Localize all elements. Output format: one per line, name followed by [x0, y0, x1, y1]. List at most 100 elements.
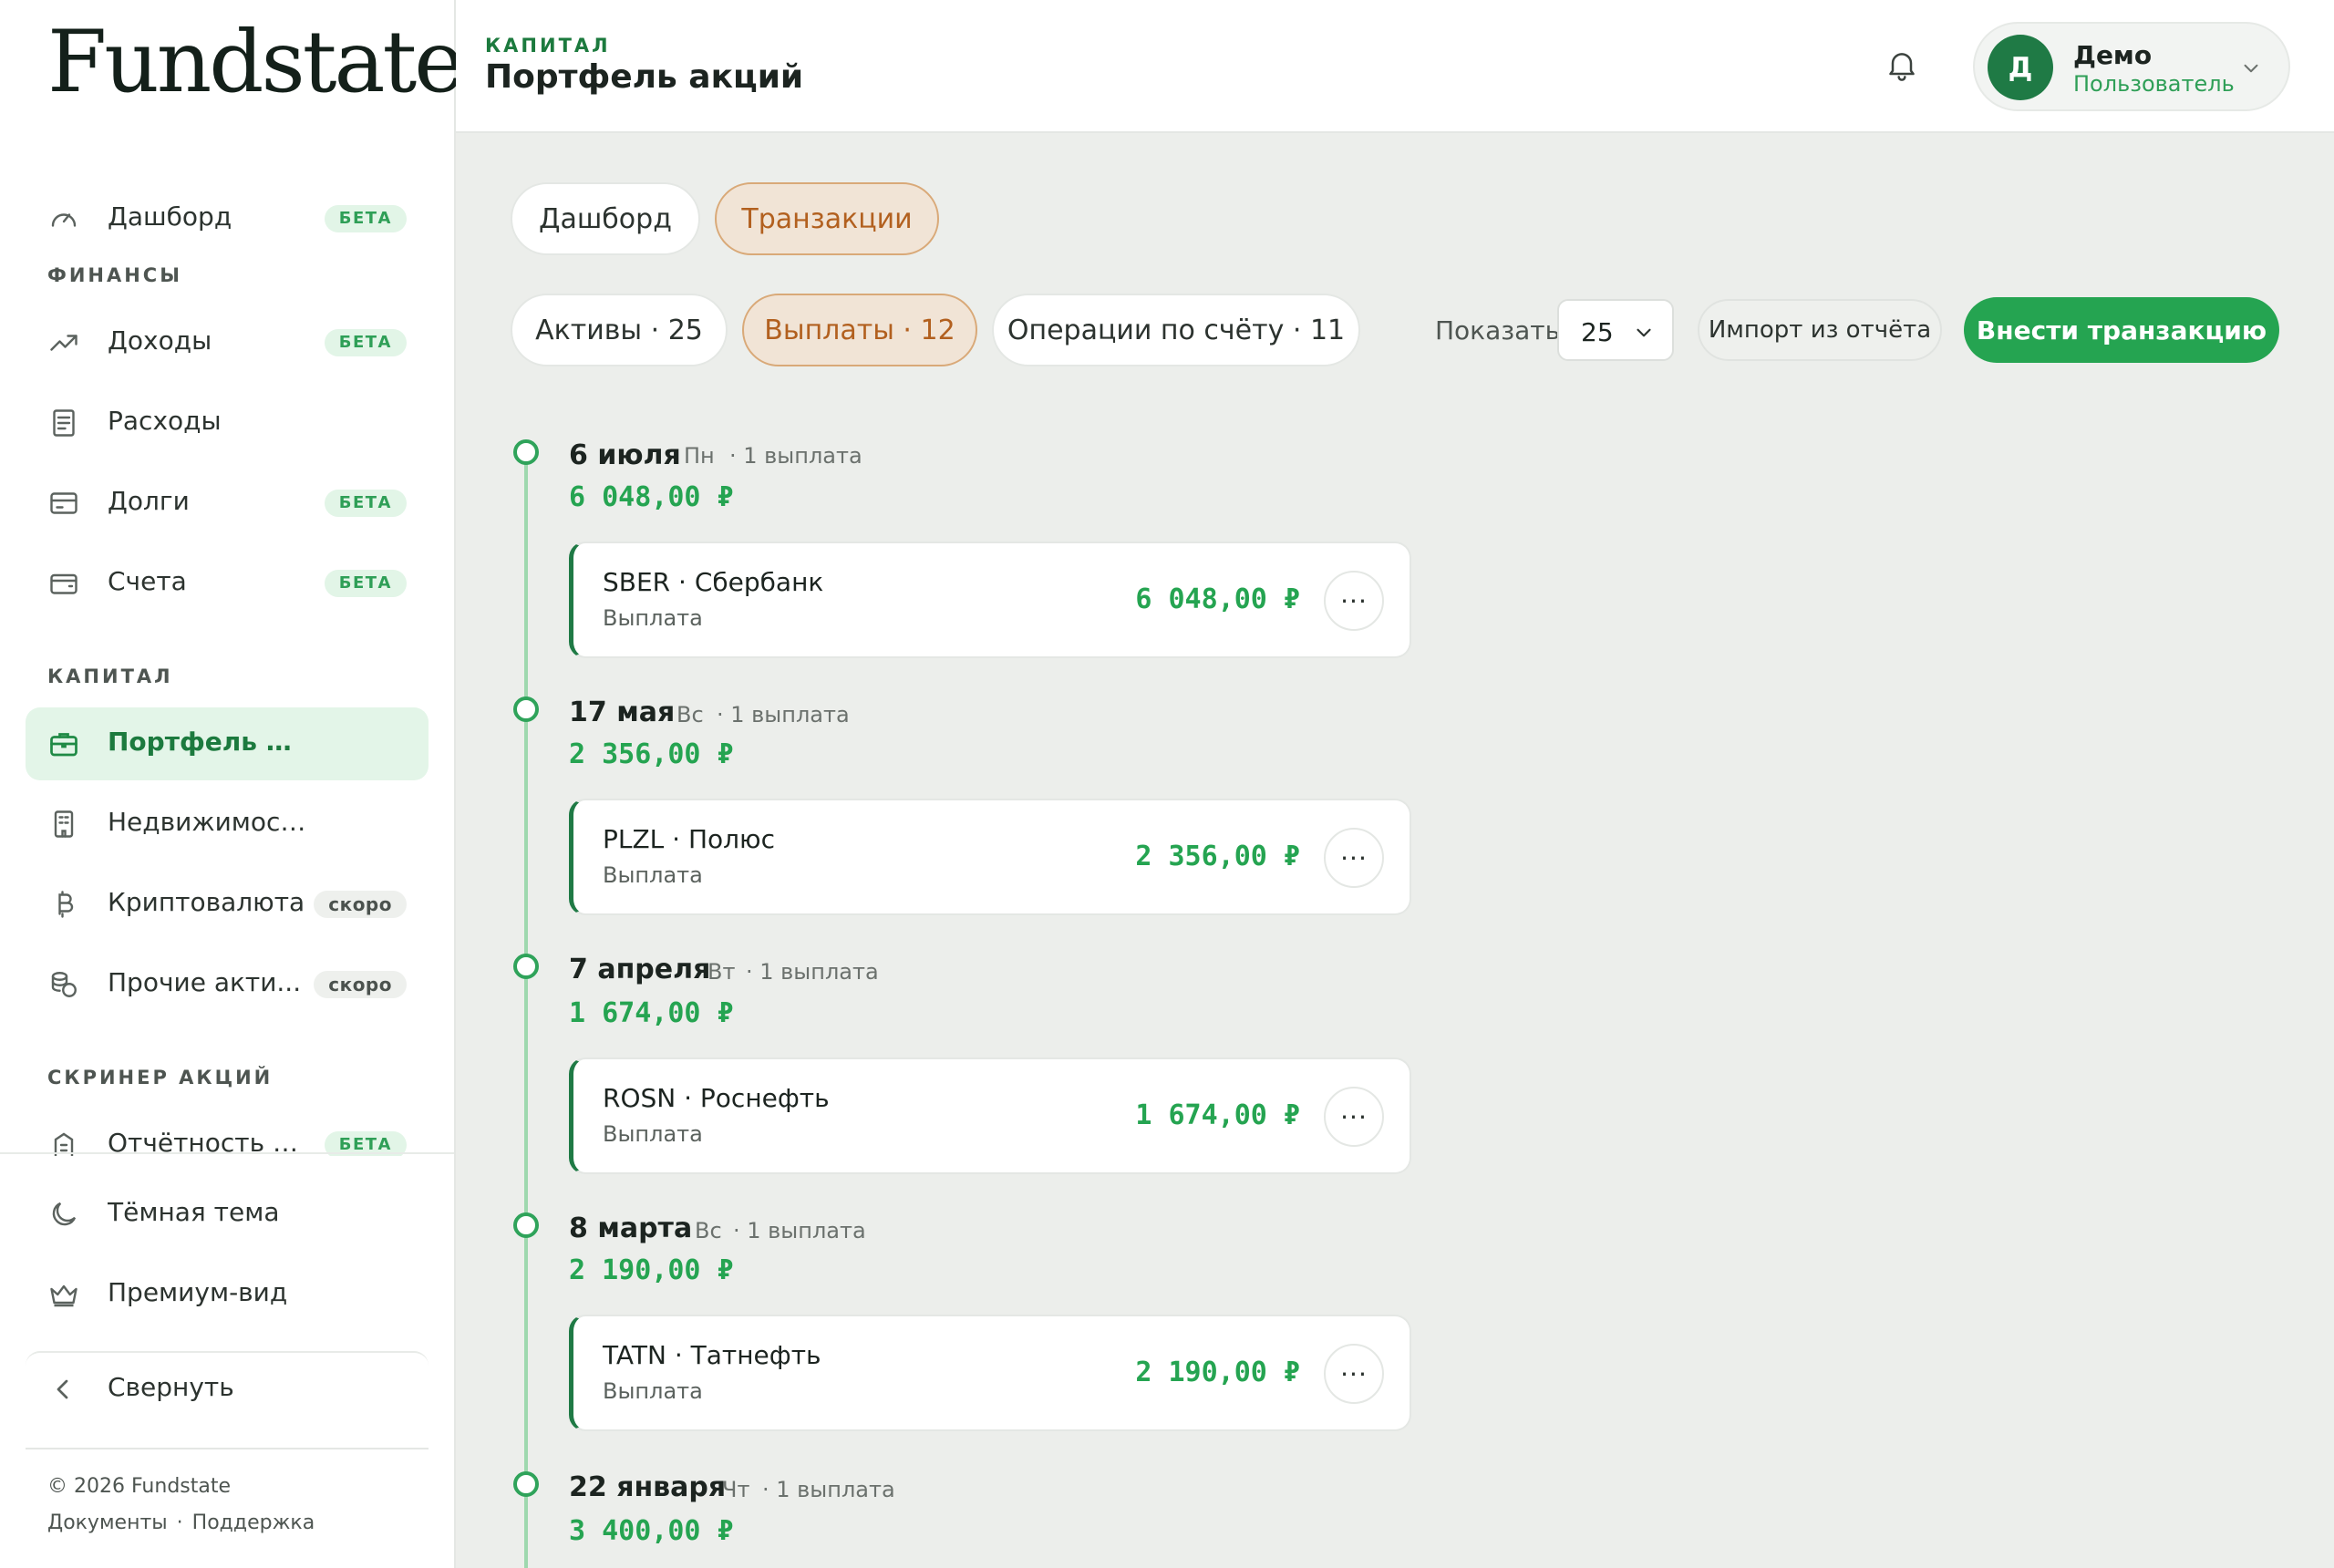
sidebar-item-label: Портфель акций [108, 727, 308, 757]
footer-divider [26, 1448, 429, 1449]
filter-payouts[interactable]: Выплаты · 12 [742, 294, 977, 366]
group-count: · 1 выплата [729, 443, 862, 469]
more-options-button[interactable]: ··· [1324, 571, 1384, 631]
add-transaction-button[interactable]: Внести транзакцию [1964, 297, 2279, 363]
tab-transactions[interactable]: Транзакции [715, 182, 939, 255]
sidebar-item-label: Прочие акти... [108, 967, 302, 997]
sidebar-item-dashboard[interactable]: Дашборд БЕТА [26, 182, 429, 255]
more-options-button[interactable]: ··· [1324, 1344, 1384, 1404]
collapse-button[interactable]: Свернуть [26, 1351, 429, 1424]
bell-icon[interactable] [1884, 46, 1920, 84]
transaction-card[interactable]: PLZL · Полюс Выплата 2 356,00 ₽ ··· [569, 799, 1411, 915]
credit-card-icon [47, 487, 80, 520]
sidebar-divider [0, 1152, 454, 1154]
sidebar-item-accounts[interactable]: Счета БЕТА [26, 547, 429, 620]
sidebar-item-label: Долги [108, 486, 190, 516]
wallet-icon [47, 567, 80, 600]
sidebar-item-expenses[interactable]: Расходы [26, 387, 429, 459]
support-link[interactable]: Поддержка [192, 1511, 315, 1534]
user-role: Пользователь [2073, 71, 2235, 97]
page-title: Портфель акций [485, 58, 804, 96]
footer-links: Документы · Поддержка [47, 1511, 315, 1534]
brand-logo[interactable]: Fundstate [47, 20, 465, 106]
transaction-amount: 1 674,00 ₽ [1135, 1099, 1300, 1131]
beta-badge: БЕТА [324, 490, 407, 517]
premium-view-label: Премиум-вид [108, 1277, 288, 1307]
transaction-type: Выплата [603, 1378, 703, 1404]
group-weekday: Вт [707, 959, 736, 985]
sidebar-item-debts[interactable]: Долги БЕТА [26, 467, 429, 540]
more-options-button[interactable]: ··· [1324, 1087, 1384, 1147]
trending-up-icon [47, 326, 80, 359]
sidebar-item-company-reports[interactable]: Отчётность ко... БЕТА [26, 1109, 429, 1156]
building-icon [47, 808, 80, 841]
sidebar-item-label: Расходы [108, 406, 222, 436]
import-report-button[interactable]: Импорт из отчёта [1698, 299, 1942, 361]
chevron-down-icon [1632, 321, 1656, 345]
filter-assets[interactable]: Активы · 25 [511, 294, 728, 366]
group-total: 3 400,00 ₽ [569, 1515, 734, 1547]
header-eyebrow: КАПИТАЛ [485, 35, 611, 57]
coins-icon [47, 968, 80, 1001]
sidebar-item-label: Недвижимость [108, 807, 308, 837]
group-total: 6 048,00 ₽ [569, 481, 734, 513]
page-size-label: Показать [1435, 315, 1561, 346]
transaction-amount: 6 048,00 ₽ [1135, 583, 1300, 615]
transaction-title: PLZL · Полюс [603, 824, 776, 854]
group-date: 6 июля [569, 439, 681, 471]
page-size-select[interactable]: 25 [1557, 299, 1674, 361]
chevron-down-icon [2239, 57, 2263, 80]
docs-link[interactable]: Документы [47, 1511, 168, 1534]
transaction-amount: 2 190,00 ₽ [1135, 1357, 1300, 1388]
tab-dashboard[interactable]: Дашборд [511, 182, 700, 255]
sidebar-item-stock-portfolio[interactable]: Портфель акций [26, 707, 429, 780]
transaction-card[interactable]: SBER · Сбербанк Выплата 6 048,00 ₽ ··· [569, 542, 1411, 658]
top-header: КАПИТАЛ Портфель акций Д Демо Пользовате… [456, 0, 2334, 133]
section-title-finance: ФИНАНСЫ [47, 264, 182, 286]
group-count: · 1 выплата [746, 959, 879, 985]
sidebar: Fundstate Дашборд БЕТА ФИНАНСЫ Доходы БЕ… [0, 0, 465, 1568]
group-date: 22 января [569, 1471, 727, 1503]
transaction-card[interactable]: ROSN · Роснефть Выплата 1 674,00 ₽ ··· [569, 1057, 1411, 1174]
group-total: 2 190,00 ₽ [569, 1254, 734, 1286]
group-weekday: Вс [676, 702, 704, 727]
group-weekday: Пн [684, 443, 715, 469]
collapse-label: Свернуть [108, 1372, 234, 1402]
transaction-card[interactable]: TATN · Татнефть Выплата 2 190,00 ₽ ··· [569, 1315, 1411, 1431]
sidebar-item-other-assets[interactable]: Прочие акти... скоро [26, 948, 429, 1021]
timeline-line [524, 454, 528, 1568]
transaction-title: TATN · Татнефть [603, 1340, 821, 1370]
gauge-icon [47, 202, 80, 235]
transaction-type: Выплата [603, 862, 703, 888]
filter-account-operations[interactable]: Операции по счёту · 11 [992, 294, 1360, 366]
sidebar-item-crypto[interactable]: Криптовалюта скоро [26, 868, 429, 941]
copyright: © 2026 Fundstate [47, 1475, 232, 1498]
group-total: 1 674,00 ₽ [569, 997, 734, 1029]
more-options-button[interactable]: ··· [1324, 828, 1384, 888]
transaction-amount: 2 356,00 ₽ [1135, 841, 1300, 872]
sidebar-item-income[interactable]: Доходы БЕТА [26, 306, 429, 379]
chevron-left-icon [47, 1373, 80, 1406]
group-total: 2 356,00 ₽ [569, 738, 734, 770]
sidebar-item-real-estate[interactable]: Недвижимость [26, 788, 429, 861]
receipt-icon [47, 407, 80, 439]
sidebar-nav[interactable]: Дашборд БЕТА ФИНАНСЫ Доходы БЕТА Расходы… [0, 144, 454, 1156]
briefcase-icon [47, 727, 80, 760]
group-date: 7 апреля [569, 954, 711, 985]
transaction-title: ROSN · Роснефть [603, 1083, 830, 1113]
dark-theme-toggle[interactable]: Тёмная тема [26, 1178, 429, 1251]
group-date: 17 мая [569, 696, 676, 728]
group-date: 8 марта [569, 1212, 693, 1244]
user-menu[interactable]: Д Демо Пользователь [1973, 22, 2290, 111]
page-size-value: 25 [1581, 317, 1614, 347]
dark-theme-label: Тёмная тема [108, 1197, 280, 1227]
crown-icon [47, 1278, 80, 1311]
section-title-capital: КАПИТАЛ [47, 665, 173, 687]
timeline-dot [513, 439, 539, 465]
premium-view-toggle[interactable]: Премиум-вид [26, 1258, 429, 1331]
beta-badge: БЕТА [324, 329, 407, 356]
timeline-dot [513, 954, 539, 979]
soon-badge: скоро [314, 891, 407, 918]
timeline-dot [513, 696, 539, 722]
footer-separator: · [176, 1511, 183, 1534]
